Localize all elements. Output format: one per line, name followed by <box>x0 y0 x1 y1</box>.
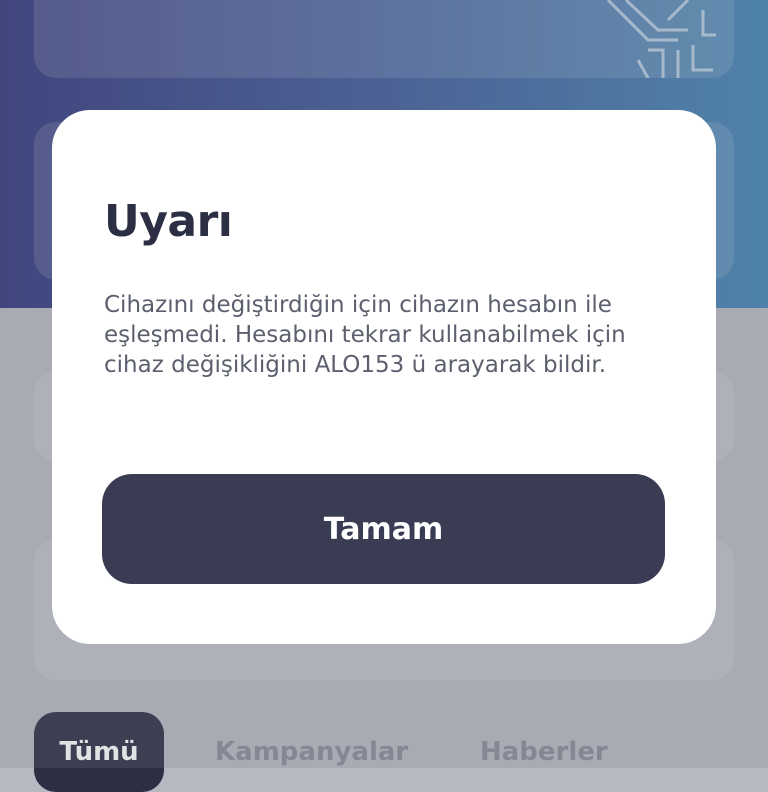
dialog-message: Cihazını değiştirdiğin için cihazın hesa… <box>104 292 626 378</box>
ok-button[interactable]: Tamam <box>102 474 665 584</box>
dialog-title: Uyarı <box>104 196 233 247</box>
warning-dialog: Uyarı Cihazını değiştirdiğin için cihazı… <box>52 110 716 644</box>
